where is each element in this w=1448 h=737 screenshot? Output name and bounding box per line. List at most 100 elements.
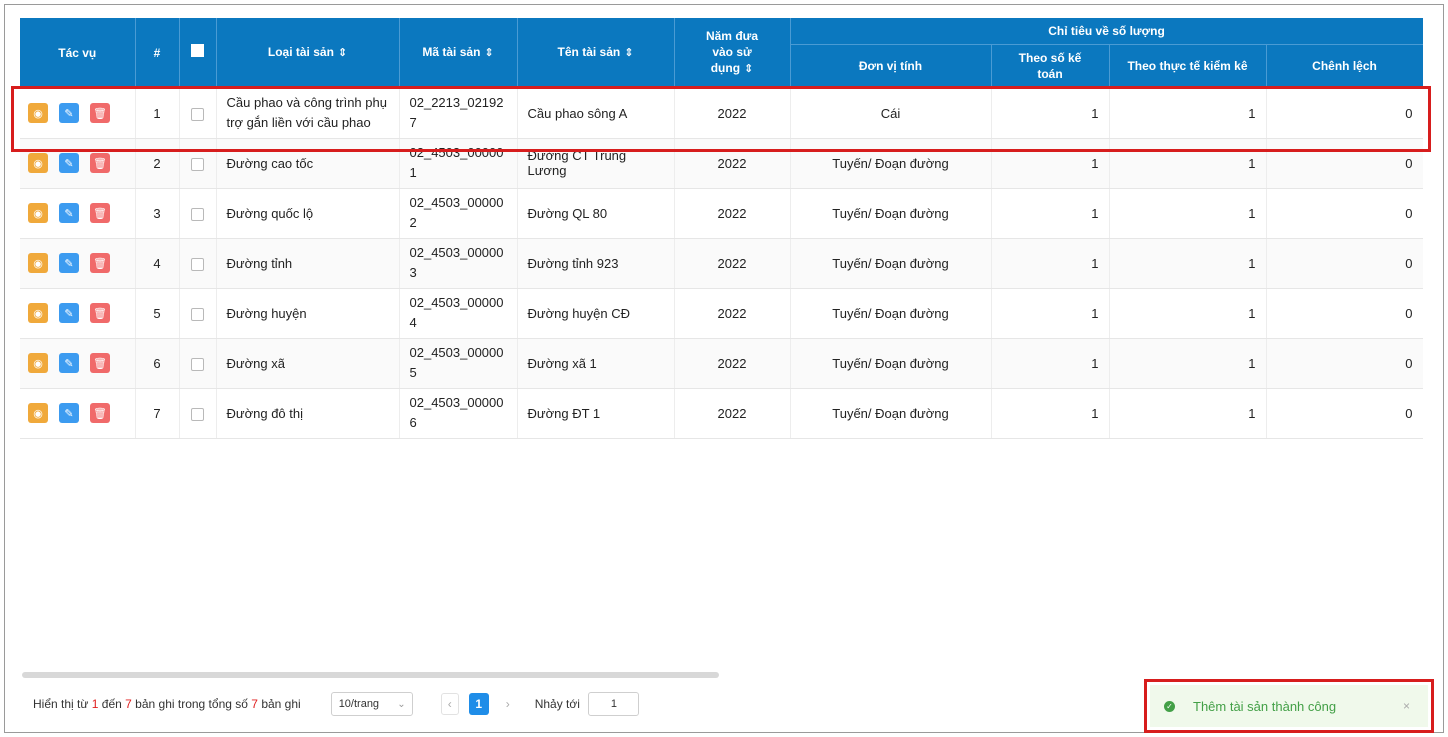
row-books-qty: 1: [991, 88, 1110, 139]
col-year-header[interactable]: Năm đưa vào sử dụng ⇕: [674, 18, 791, 89]
row-year: 2022: [674, 288, 791, 339]
col-asset-name-label: Tên tài sản: [557, 45, 621, 60]
eye-icon: ◉: [33, 357, 43, 370]
sort-icon[interactable]: ⇕: [624, 47, 633, 59]
delete-button[interactable]: 🗑: [90, 303, 110, 323]
col-difference-header: Chênh lệch: [1266, 44, 1423, 89]
eye-icon: ◉: [33, 207, 43, 220]
row-year: 2022: [674, 338, 791, 389]
success-toast: ✓ Thêm tài sản thành công ×: [1144, 679, 1434, 733]
row-index: 5: [135, 288, 180, 339]
asset-table: Tác vụ # Loại tài sản ⇕ Mã tài sản ⇕ Tên t…: [20, 18, 1423, 439]
col-books-header: Theo số kế toán: [991, 44, 1110, 89]
page-size-value: 10/trang: [338, 698, 380, 710]
row-checkbox[interactable]: [179, 138, 217, 189]
row-books-qty: 1: [991, 138, 1110, 189]
row-checkbox[interactable]: [179, 88, 217, 139]
row-actions: ◉ ✎ 🗑: [20, 288, 136, 339]
view-button[interactable]: ◉: [28, 403, 48, 423]
delete-button[interactable]: 🗑: [90, 353, 110, 373]
select-all-checkbox[interactable]: [179, 18, 217, 89]
row-inventory-qty: 1: [1109, 388, 1267, 439]
eye-icon: ◉: [33, 257, 43, 270]
col-inventory-header: Theo thực tế kiểm kê: [1109, 44, 1267, 89]
col-asset-type-header[interactable]: Loại tài sản ⇕: [216, 18, 400, 89]
page-1-button[interactable]: 1: [468, 693, 489, 715]
edit-button[interactable]: ✎: [59, 153, 79, 173]
jump-to-page: Nhảy tới 1: [535, 692, 639, 716]
view-button[interactable]: ◉: [28, 203, 48, 223]
edit-icon: ✎: [64, 307, 74, 320]
row-checkbox[interactable]: [179, 238, 217, 289]
row-asset-code: 02_4503_000004: [399, 288, 518, 339]
row-asset-name: Đường ĐT 1: [517, 388, 675, 439]
row-unit: Cái: [790, 88, 992, 139]
row-checkbox[interactable]: [179, 288, 217, 339]
edit-button[interactable]: ✎: [59, 303, 79, 323]
trash-icon: 🗑: [93, 107, 107, 120]
delete-button[interactable]: 🗑: [90, 253, 110, 273]
row-asset-type: Đường đô thị: [216, 388, 400, 439]
row-books-qty: 1: [991, 338, 1110, 389]
prev-page-button[interactable]: ‹: [440, 693, 459, 715]
row-index: 2: [135, 138, 180, 189]
row-difference: 0: [1266, 388, 1423, 439]
col-asset-name-header[interactable]: Tên tài sản ⇕: [517, 18, 675, 89]
row-year: 2022: [674, 88, 791, 139]
summary-total: 7: [251, 697, 258, 711]
sort-icon[interactable]: ⇕: [744, 63, 753, 75]
edit-button[interactable]: ✎: [59, 203, 79, 223]
row-unit: Tuyến/ Đoạn đường: [790, 188, 992, 239]
col-asset-code-header[interactable]: Mã tài sản ⇕: [399, 18, 518, 89]
chevron-left-icon: ‹: [447, 697, 452, 711]
row-asset-type: Cầu phao và công trình phụ trợ gắn liền …: [216, 88, 400, 139]
row-inventory-qty: 1: [1109, 88, 1267, 139]
next-page-button[interactable]: ›: [499, 693, 517, 715]
page-frame: Tác vụ # Loại tài sản ⇕ Mã tài sản ⇕ Tên t…: [4, 4, 1444, 733]
row-actions: ◉ ✎ 🗑: [20, 138, 136, 189]
row-checkbox[interactable]: [179, 388, 217, 439]
delete-button[interactable]: 🗑: [90, 103, 110, 123]
close-icon[interactable]: ×: [1403, 699, 1410, 713]
row-checkbox[interactable]: [179, 338, 217, 389]
view-button[interactable]: ◉: [28, 353, 48, 373]
row-actions: ◉ ✎ 🗑: [20, 188, 136, 239]
row-year: 2022: [674, 388, 791, 439]
jump-page-input[interactable]: 1: [587, 692, 639, 716]
trash-icon: 🗑: [93, 207, 107, 220]
summary-to-word: đến: [101, 697, 122, 711]
trash-icon: 🗑: [93, 407, 107, 420]
check-circle-icon: ✓: [1164, 700, 1175, 712]
edit-button[interactable]: ✎: [59, 103, 79, 123]
view-button[interactable]: ◉: [28, 103, 48, 123]
edit-icon: ✎: [64, 357, 74, 370]
sort-icon[interactable]: ⇕: [338, 47, 347, 59]
row-index: 6: [135, 338, 180, 389]
row-unit: Tuyến/ Đoạn đường: [790, 138, 992, 189]
row-asset-name: Đường CT Trung Lương: [517, 138, 675, 189]
page-size-select[interactable]: 10/trang ⌄: [330, 692, 413, 716]
row-asset-name: Đường xã 1: [517, 338, 675, 389]
delete-button[interactable]: 🗑: [90, 403, 110, 423]
table-row: ◉ ✎ 🗑 7 Đường đô thị 02_4503_000006 Đường …: [20, 388, 1423, 439]
trash-icon: 🗑: [93, 357, 107, 370]
view-button[interactable]: ◉: [28, 253, 48, 273]
edit-button[interactable]: ✎: [59, 253, 79, 273]
row-asset-name: Đường tỉnh 923: [517, 238, 675, 289]
eye-icon: ◉: [33, 157, 43, 170]
row-checkbox[interactable]: [179, 188, 217, 239]
row-asset-type: Đường huyện: [216, 288, 400, 339]
view-button[interactable]: ◉: [28, 153, 48, 173]
asset-table-container: Tác vụ # Loại tài sản ⇕ Mã tài sản ⇕ Tên t…: [20, 18, 1423, 666]
edit-button[interactable]: ✎: [59, 353, 79, 373]
view-button[interactable]: ◉: [28, 303, 48, 323]
edit-button[interactable]: ✎: [59, 403, 79, 423]
row-unit: Tuyến/ Đoạn đường: [790, 288, 992, 339]
delete-button[interactable]: 🗑: [90, 153, 110, 173]
row-books-qty: 1: [991, 288, 1110, 339]
horizontal-scrollbar[interactable]: [22, 672, 719, 678]
row-inventory-qty: 1: [1109, 288, 1267, 339]
table-footer: Hiển thị từ 1 đến 7 bản ghi trong tổng s…: [33, 689, 639, 719]
delete-button[interactable]: 🗑: [90, 203, 110, 223]
sort-icon[interactable]: ⇕: [484, 47, 493, 59]
